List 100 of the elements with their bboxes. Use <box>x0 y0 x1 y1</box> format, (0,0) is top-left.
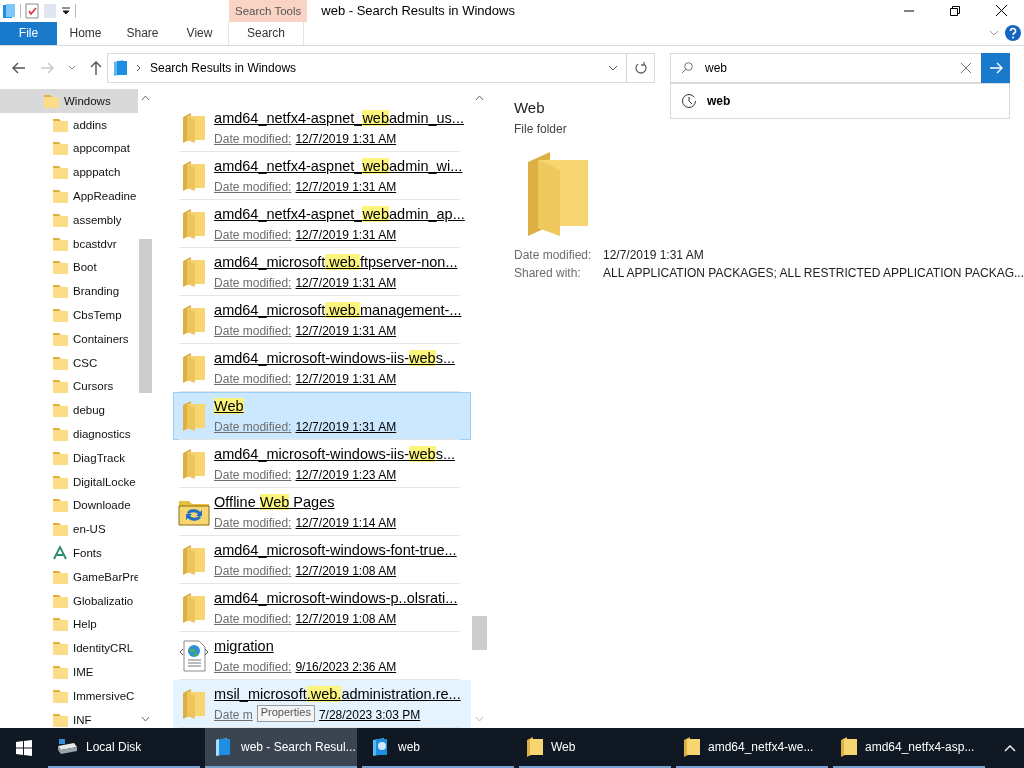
result-item[interactable]: amd64_microsoft-windows-iis-webs... Date modified: 12/7/2019 1:31 AM <box>173 343 472 392</box>
refresh-icon[interactable] <box>634 61 647 75</box>
file-name[interactable]: amd64_netfx4-aspnet_webadmin_us... <box>214 109 464 126</box>
result-item[interactable]: amd64_microsoft-windows-font-true... Date modified: 12/7/2019 1:08 AM <box>173 535 472 584</box>
address-bar[interactable]: Search Results in Windows <box>107 52 627 83</box>
file-name[interactable]: Offline Web Pages <box>214 493 397 510</box>
taskbar-item[interactable]: Local Disk <box>48 728 200 768</box>
search-suggestion[interactable]: web <box>670 82 1010 119</box>
tree-item[interactable]: INF <box>0 707 139 729</box>
file-name[interactable]: amd64_microsoft-windows-iis-webs... <box>214 445 455 462</box>
tree-item[interactable]: apppatch <box>0 160 139 185</box>
result-item[interactable]: Offline Web Pages Date modified: 12/7/2019 1:14 AM <box>173 487 472 536</box>
result-item[interactable]: amd64_netfx4-aspnet_webadmin_wi... Date modified: 12/7/2019 1:31 AM <box>173 151 472 200</box>
tree-item[interactable]: bcastdvr <box>0 231 139 256</box>
result-item[interactable]: amd64_microsoft-windows-iis-webs... Date modified: 12/7/2019 1:23 AM <box>173 439 472 488</box>
folder-icon <box>183 256 206 287</box>
tree-item[interactable]: Containers <box>0 326 139 351</box>
go-button[interactable] <box>981 52 1010 83</box>
scroll-down-icon[interactable] <box>141 716 151 723</box>
ribbon-tab[interactable]: Share <box>114 21 171 45</box>
search-icon <box>681 61 693 74</box>
tree-item[interactable]: Fonts <box>0 541 139 565</box>
tree-item[interactable]: appcompat <box>0 136 139 161</box>
tree-item[interactable]: debug <box>0 398 139 423</box>
folder-icon <box>53 664 68 679</box>
tooltip: Properties <box>256 704 315 722</box>
folder-icon <box>53 284 68 299</box>
result-item[interactable]: amd64_microsoft-windows-p..olsrati... Date modified: 12/7/2019 1:08 AM <box>173 583 472 632</box>
taskbar-item[interactable]: Web <box>519 728 671 768</box>
windows-logo-icon[interactable] <box>16 740 32 756</box>
tree-item[interactable]: addins <box>0 112 139 137</box>
taskbar-item[interactable]: amd64_netfx4-we... <box>676 728 828 768</box>
tree-item[interactable]: diagnostics <box>0 422 139 446</box>
tree-item[interactable]: Cursors <box>0 374 139 399</box>
folder-icon <box>527 151 588 236</box>
date-label: Date modified: <box>214 275 292 290</box>
tree-item[interactable]: assembly <box>0 207 139 232</box>
tree-item[interactable]: AppReadine <box>0 184 139 208</box>
result-item[interactable]: Web Date modified: 12/7/2019 1:31 AM <box>173 391 472 440</box>
file-name[interactable]: amd64_microsoft.web.management-... <box>214 301 462 318</box>
date-label: Date modified: <box>214 371 292 386</box>
right-arrow-icon <box>988 61 1003 74</box>
result-item[interactable]: amd64_microsoft.web.ftpserver-non... Date modified: 12/7/2019 1:31 AM <box>173 247 472 296</box>
taskbar-item[interactable]: amd64_netfx4-asp... <box>833 728 985 768</box>
taskbar-item[interactable]: web - Search Resul... <box>205 728 357 768</box>
tree-item[interactable]: CSC <box>0 350 139 375</box>
close-icon[interactable] <box>995 5 1007 17</box>
result-item[interactable]: migration Date modified: 9/16/2023 2:36 AM <box>173 631 472 680</box>
file-name[interactable]: msil_microsoft.web.administration.re... <box>214 685 461 702</box>
file-name[interactable]: amd64_microsoft-windows-iis-webs... <box>214 349 455 366</box>
ribbon-tab[interactable]: File <box>0 21 57 45</box>
file-name[interactable]: amd64_microsoft-windows-p..olsrati... <box>214 589 458 606</box>
tree-item[interactable]: Boot <box>0 255 139 280</box>
result-item[interactable]: msil_microsoft.web.administration.re... Date m Properties 7/28/2023 3:03 PM <box>173 679 472 728</box>
chevron-up-icon[interactable] <box>1004 744 1016 752</box>
file-name[interactable]: Web <box>214 397 397 414</box>
tree-item[interactable]: IdentityCRL <box>0 636 139 660</box>
file-name[interactable]: amd64_microsoft.web.ftpserver-non... <box>214 253 458 270</box>
tree-item[interactable]: Globalizatio <box>0 588 139 613</box>
tree-item[interactable]: DigitalLocke <box>0 469 139 494</box>
tree-item[interactable]: CbsTemp <box>0 303 139 327</box>
date-label: Date modified: <box>214 131 292 146</box>
result-item[interactable]: amd64_netfx4-aspnet_webadmin_us... Date modified: 12/7/2019 1:31 AM <box>173 103 472 152</box>
tree-item[interactable]: Help <box>0 612 139 637</box>
file-name[interactable]: amd64_netfx4-aspnet_webadmin_ap... <box>214 205 465 222</box>
restore-icon[interactable] <box>950 6 960 16</box>
clear-icon[interactable] <box>961 62 971 73</box>
tree-item[interactable]: IME <box>0 660 139 684</box>
scrollbar-thumb[interactable] <box>139 238 153 393</box>
taskbar-item[interactable]: web <box>362 728 514 768</box>
search-field[interactable]: web <box>705 60 925 75</box>
tree-item[interactable]: DiagTrack <box>0 445 139 470</box>
back-arrow-icon[interactable] <box>12 61 26 74</box>
chevron-down-icon[interactable] <box>608 63 618 72</box>
ribbon-tab[interactable]: Search <box>228 21 304 45</box>
tree-item[interactable]: ImmersiveC <box>0 683 139 708</box>
up-arrow-icon[interactable] <box>90 60 102 75</box>
help-icon[interactable] <box>1005 25 1021 42</box>
scroll-up-icon[interactable] <box>475 94 485 101</box>
ribbon-tab[interactable]: Home <box>57 21 114 45</box>
date-label: Date modified: <box>214 611 292 626</box>
folder-icon <box>841 737 857 757</box>
chevron-down-icon[interactable] <box>68 64 76 71</box>
search-box[interactable]: web <box>670 52 1010 83</box>
tree-item[interactable]: Windows <box>0 88 139 113</box>
scroll-up-icon[interactable] <box>141 94 151 101</box>
scrollbar-thumb[interactable] <box>472 615 487 650</box>
file-name[interactable]: amd64_netfx4-aspnet_webadmin_wi... <box>214 157 463 174</box>
date-label: Date modified: <box>214 563 292 578</box>
file-name[interactable]: migration <box>214 637 397 654</box>
file-name[interactable]: amd64_microsoft-windows-font-true... <box>214 541 457 558</box>
result-item[interactable]: amd64_microsoft.web.management-... Date modified: 12/7/2019 1:31 AM <box>173 295 472 344</box>
properties-icon[interactable] <box>25 3 39 19</box>
result-item[interactable]: amd64_netfx4-aspnet_webadmin_ap... Date modified: 12/7/2019 1:31 AM <box>173 199 472 248</box>
tree-item[interactable]: Branding <box>0 279 139 304</box>
folder-icon <box>53 141 68 156</box>
ribbon-tab[interactable]: View <box>171 21 228 45</box>
date-label: Date modified: <box>214 179 292 194</box>
tree-item[interactable]: Downloade <box>0 493 139 518</box>
tree-item[interactable]: en-US <box>0 517 139 542</box>
